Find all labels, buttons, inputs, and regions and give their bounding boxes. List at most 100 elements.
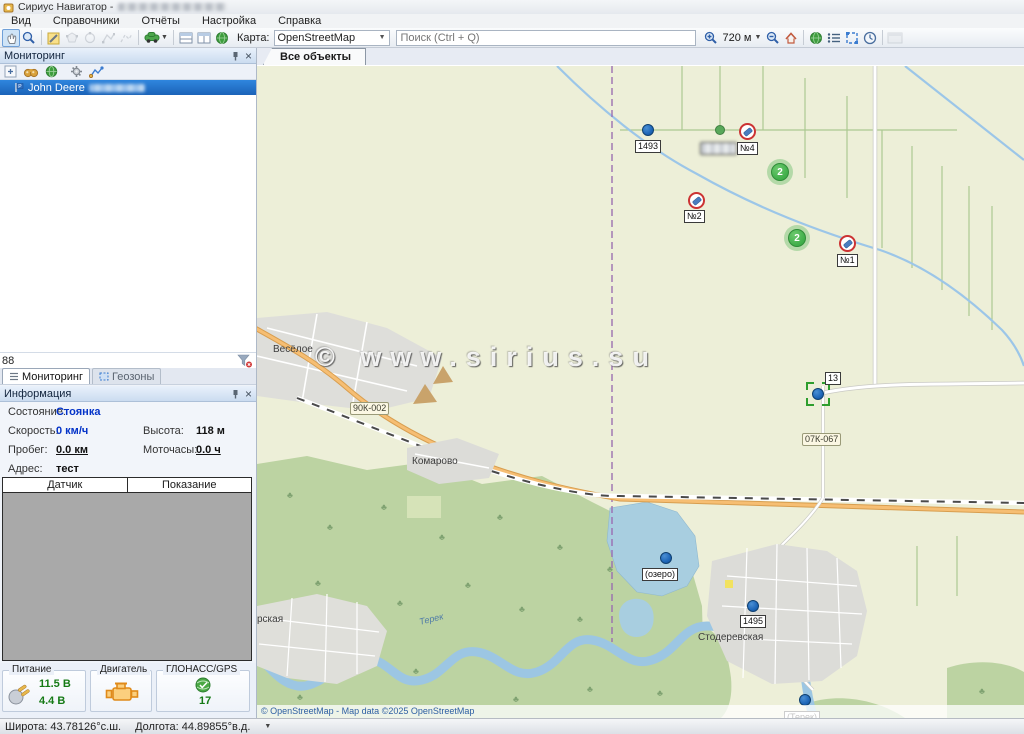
map-label-1493[interactable]: 1493 [635,140,661,153]
scale-value: 720 м [723,32,752,44]
map-label-n2[interactable]: №2 [684,210,705,223]
mileage-value[interactable]: 0.0 км [56,444,88,456]
circle-shape-icon [83,31,97,45]
menu-directories[interactable]: Справочники [42,15,131,27]
town-stoderevskaya-shape [707,544,867,684]
map-layers-button[interactable] [213,29,231,47]
add-polygon-button[interactable] [63,29,81,47]
tree-symbol: ♣ [381,502,387,512]
panel-icon [887,32,903,44]
status-latitude: Широта: 43.78126°с.ш. [5,721,121,733]
filter-row [0,352,256,368]
add-circle-button[interactable] [81,29,99,47]
tab-monitoring-label: Мониторинг [22,371,83,383]
pin-icon[interactable] [231,389,240,399]
road-shield-07k067: 07К-067 [802,433,841,446]
plug-icon [743,127,752,135]
map-label-n1[interactable]: №1 [837,254,858,267]
edit-geozone-button[interactable] [45,29,63,47]
map-tab-all-objects[interactable]: Все объекты [263,48,366,65]
settings-gear-icon[interactable] [70,65,83,78]
legend-list-button[interactable] [825,29,843,47]
fit-selection-button[interactable] [843,29,861,47]
tab-monitoring[interactable]: Мониторинг [2,368,90,384]
gps-gauge: ГЛОНАСС/GPS 17 [156,670,250,712]
close-panel-icon[interactable]: × [245,51,252,61]
vehicle-name: John Deere [28,82,85,94]
panel-toggle-button[interactable] [886,29,904,47]
home-icon [784,31,798,45]
menu-settings[interactable]: Настройка [191,15,267,27]
filter-input[interactable] [0,354,237,368]
binoculars-search-icon[interactable] [23,66,39,78]
zoom-in-button[interactable] [702,29,720,47]
cluster-marker[interactable]: 2 [767,159,793,185]
info-panel-title: Информация [4,388,71,400]
menu-view[interactable]: Вид [0,15,42,27]
place-stoderevskaya: Стодеревская [698,632,763,643]
redacted-map-label[interactable] [700,142,737,155]
home-view-button[interactable] [782,29,800,47]
menu-help[interactable]: Справка [267,15,332,27]
map-tab-label: Все объекты [280,51,351,63]
cluster-marker[interactable]: 2 [784,225,810,251]
gauges-bar: Питание 11.5 В 4.4 В Двигатель ГЛОНАСС/G… [0,663,256,718]
no-signal-marker-n2[interactable] [688,192,705,209]
hours-value[interactable]: 0.0 ч [196,444,221,456]
vehicle-menu-button[interactable]: ▼ [142,29,170,47]
show-on-map-globe-icon[interactable] [45,65,58,78]
zoom-out-button[interactable] [764,29,782,47]
status-longitude: Долгота: 44.89855°в.д. [135,721,250,733]
split-horizontal-button[interactable] [177,29,195,47]
sensors-col-value[interactable]: Показание [128,478,252,492]
map-marker-1495[interactable] [747,600,759,612]
no-signal-marker-n4[interactable] [739,123,756,140]
sensors-col-name[interactable]: Датчик [3,478,128,492]
pin-icon[interactable] [231,51,240,61]
map-marker-lake[interactable] [660,552,672,564]
map-provider-select[interactable]: OpenStreetMap ▼ [274,30,390,46]
edit-pencil-icon [47,31,61,45]
altitude-value: 118 м [196,425,225,437]
polyline-icon [119,31,133,45]
plug-icon [7,683,33,707]
zoom-tool-button[interactable] [20,29,38,47]
engine-gauge: Двигатель [90,670,152,712]
no-signal-marker-n1[interactable] [839,235,856,252]
expand-all-button[interactable] [4,65,17,78]
map-label-1495[interactable]: 1495 [740,615,766,628]
tab-geozones[interactable]: Геозоны [92,368,161,384]
split-vertical-icon [197,32,211,44]
split-vertical-button[interactable] [195,29,213,47]
map-canvas[interactable]: ♣ ♣ ♣ ♣ ♣ ♣ ♣ ♣ ♣ ♣ ♣ ♣ ♣ ♣ ♣ ♣ ♣ ♣ Весё… [257,66,1024,718]
place-veseloe: Весёлое [273,344,313,355]
menu-reports[interactable]: Отчёты [131,15,191,27]
mileage-label: Пробег: [8,444,48,456]
clear-filter-icon[interactable] [237,354,253,368]
parking-flag-icon: P [14,82,24,93]
map-label-n4[interactable]: №4 [737,142,758,155]
selected-vehicle-marker[interactable] [812,388,824,400]
caret-down-icon[interactable]: ▼ [264,723,271,730]
map-marker-point-1493[interactable] [642,124,654,136]
track-route-icon[interactable] [89,65,104,78]
tree-item-vehicle[interactable]: P John Deere [0,80,256,95]
scale-select[interactable]: 720 м ▼ [720,30,765,46]
map-label-lake[interactable]: (озеро) [642,568,678,581]
map-marker-green-point[interactable] [715,125,725,135]
pan-tool-button[interactable] [2,29,20,47]
online-map-button[interactable] [807,29,825,47]
cluster-count: 2 [771,163,789,181]
map-label-13[interactable]: 13 [825,372,841,385]
caret-down-icon: ▼ [754,34,761,41]
tree-symbol: ♣ [465,580,471,590]
tree-symbol: ♣ [397,598,403,608]
map-base-layer [257,66,1024,718]
left-dock-panel: Мониторинг × P John Deere [0,48,257,718]
history-clock-button[interactable] [861,29,879,47]
close-panel-icon[interactable]: × [245,389,252,399]
edit-line-button[interactable] [99,29,117,47]
power-gauge: Питание 11.5 В 4.4 В [2,670,86,712]
add-line-button[interactable] [117,29,135,47]
search-input[interactable] [396,30,696,46]
